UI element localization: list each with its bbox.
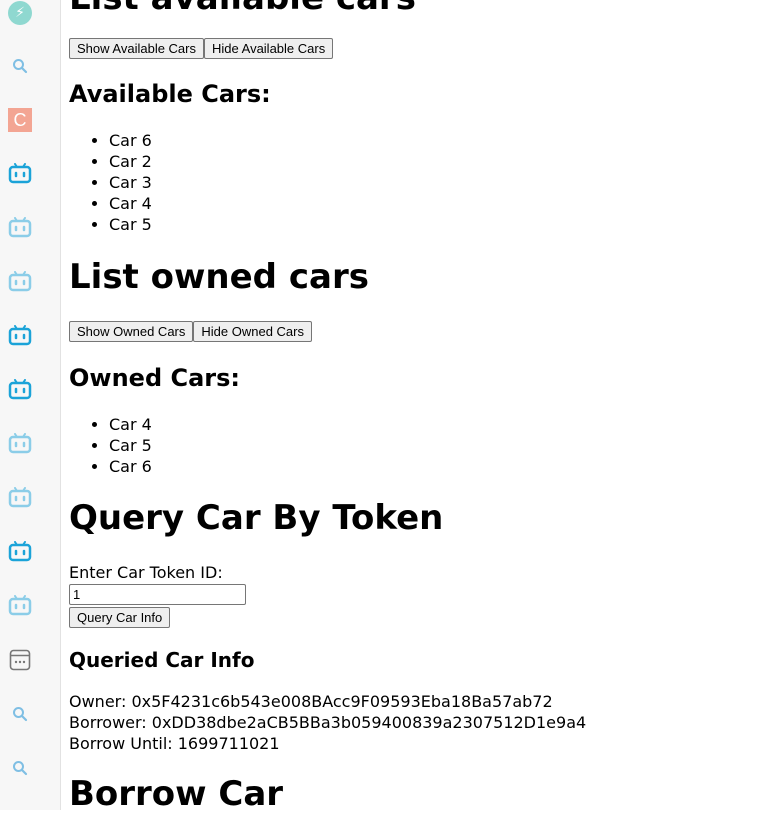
available-button-row: Show Available Cars Hide Available Cars: [69, 38, 334, 59]
tv-icon[interactable]: [7, 323, 33, 349]
list-item: Car 6: [109, 456, 152, 477]
owner-text: Owner: 0x5F4231c6b543e008BAcc9F09593Eba1…: [69, 692, 553, 711]
tv-icon[interactable]: [7, 485, 33, 511]
owned-cars-list: Car 4 Car 5 Car 6: [69, 414, 152, 477]
borrow-section-title: Borrow Car: [69, 774, 284, 814]
query-button-row: Query Car Info: [69, 607, 171, 628]
available-cars-list: Car 6 Car 2 Car 3 Car 4 Car 5: [69, 130, 152, 235]
token-id-input[interactable]: [69, 584, 246, 605]
tv-icon[interactable]: [7, 539, 33, 565]
c-logo-icon[interactable]: C: [7, 107, 33, 133]
list-item: Car 6: [109, 130, 152, 151]
available-cars-heading: Available Cars:: [69, 80, 271, 108]
tv-icon[interactable]: [7, 377, 33, 403]
list-item: Car 4: [109, 414, 152, 435]
list-item: Car 5: [109, 214, 152, 235]
borrow-until-text: Borrow Until: 1699711021: [69, 734, 280, 753]
available-section-title: List available cars: [69, 0, 416, 18]
search-icon[interactable]: [7, 755, 33, 781]
show-owned-cars-button[interactable]: Show Owned Cars: [69, 321, 194, 342]
tv-icon[interactable]: [7, 161, 33, 187]
tv-icon[interactable]: [7, 593, 33, 619]
list-item: Car 5: [109, 435, 152, 456]
sidebar: ⚡ C: [0, 0, 61, 810]
borrower-text: Borrower: 0xDD38dbe2aCB5BBa3b059400839a2…: [69, 713, 587, 732]
owned-cars-heading: Owned Cars:: [69, 364, 240, 392]
show-available-cars-button[interactable]: Show Available Cars: [69, 38, 204, 59]
owned-section-title: List owned cars: [69, 257, 369, 297]
list-item: Car 3: [109, 172, 152, 193]
query-car-info-button[interactable]: Query Car Info: [69, 607, 171, 628]
search-icon[interactable]: [7, 701, 33, 727]
hide-owned-cars-button[interactable]: Hide Owned Cars: [193, 321, 312, 342]
list-item: Car 2: [109, 151, 152, 172]
owned-button-row: Show Owned Cars Hide Owned Cars: [69, 321, 312, 342]
tv-icon[interactable]: [7, 269, 33, 295]
hide-available-cars-button[interactable]: Hide Available Cars: [204, 38, 334, 59]
search-icon[interactable]: [7, 53, 33, 79]
token-id-label: Enter Car Token ID:: [69, 563, 223, 582]
query-section-title: Query Car By Token: [69, 498, 444, 538]
queried-car-info-heading: Queried Car Info: [69, 648, 255, 672]
c-logo-letter: C: [8, 108, 32, 132]
list-item: Car 4: [109, 193, 152, 214]
tv-icon[interactable]: [7, 431, 33, 457]
bolt-icon[interactable]: ⚡: [7, 0, 33, 26]
browser-icon[interactable]: [7, 647, 33, 673]
tv-icon[interactable]: [7, 215, 33, 241]
